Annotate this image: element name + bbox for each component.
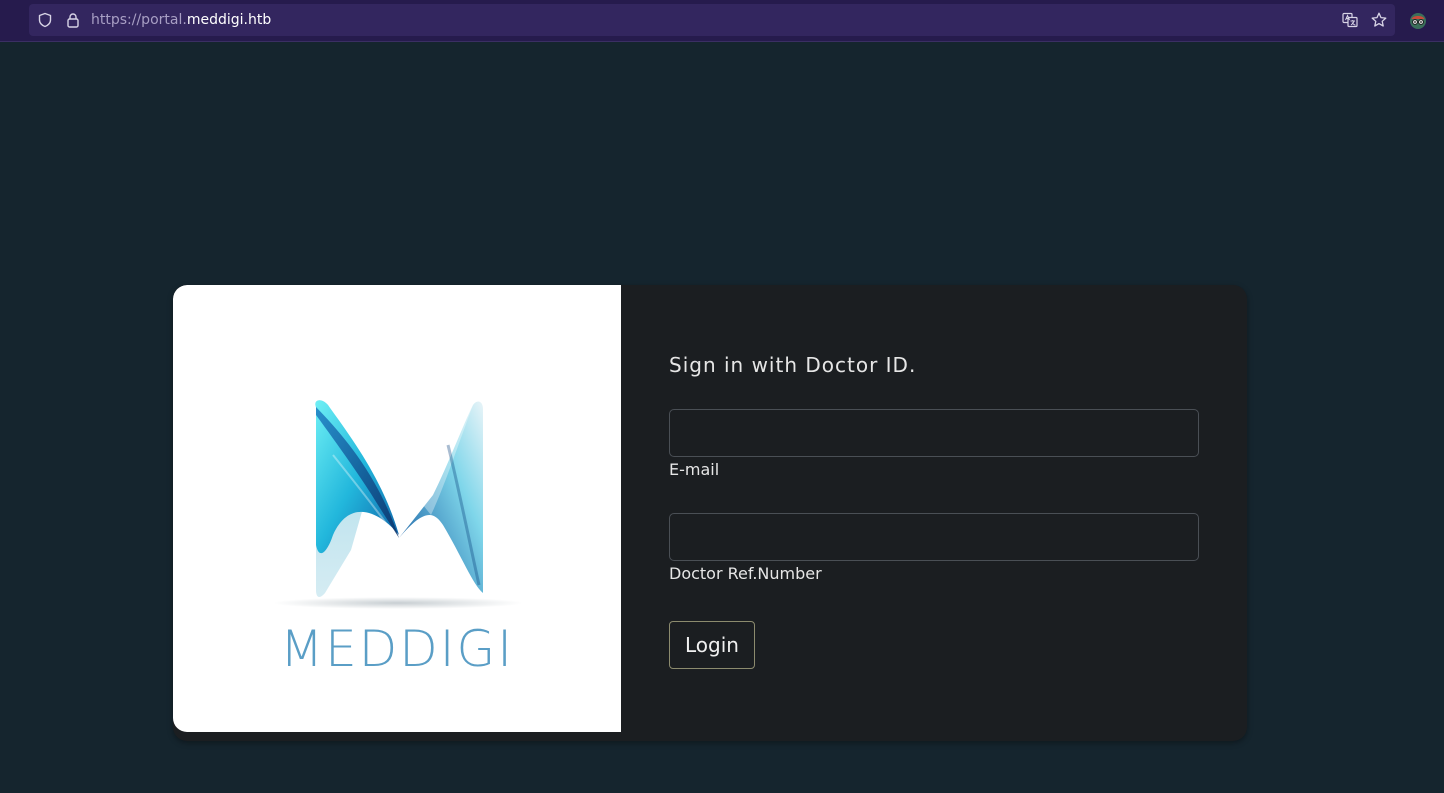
doctor-ref-number-input[interactable] [669, 513, 1199, 561]
address-bar[interactable]: https://portal.meddigi.htb [29, 4, 1395, 36]
doctor-ref-number-label: Doctor Ref.Number [669, 564, 822, 583]
star-icon[interactable] [1371, 12, 1387, 28]
form-heading: Sign in with Doctor ID. [669, 353, 917, 377]
logo-panel: MEDDIGI [173, 285, 621, 732]
login-card: MEDDIGI Sign in with Doctor ID. E-mail D… [173, 285, 1247, 741]
email-input[interactable] [669, 409, 1199, 457]
url-text[interactable]: https://portal.meddigi.htb [91, 12, 271, 28]
lock-icon[interactable] [65, 12, 81, 28]
meddigi-logo-icon [273, 400, 523, 609]
url-prefix: https://portal. [91, 12, 187, 28]
email-label: E-mail [669, 460, 720, 479]
translate-icon[interactable] [1342, 12, 1358, 28]
shield-icon[interactable] [37, 12, 53, 28]
login-button[interactable]: Login [669, 621, 755, 669]
browser-toolbar: https://portal.meddigi.htb [0, 0, 1444, 42]
url-domain: meddigi.htb [186, 12, 272, 28]
login-form: Sign in with Doctor ID. E-mail Doctor Re… [669, 285, 1199, 741]
extension-icon[interactable] [1409, 12, 1427, 30]
logo-wordmark: MEDDIGI [280, 620, 514, 678]
